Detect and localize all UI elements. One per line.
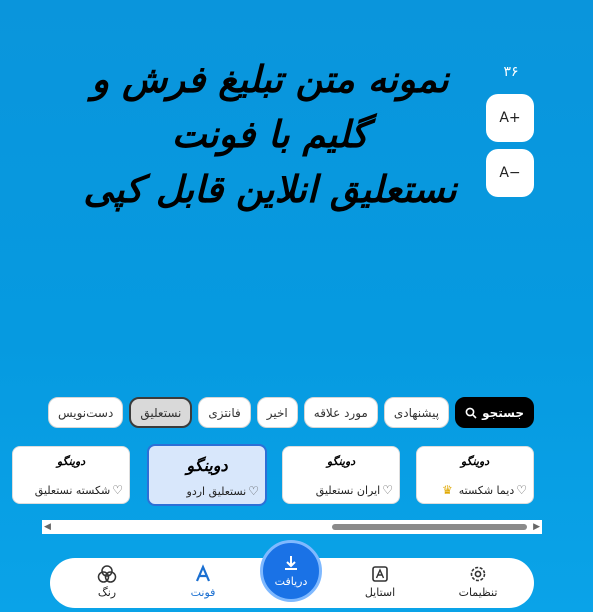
scroll-right-arrow-icon[interactable]: ▶ [533,522,540,532]
favorite-heart-icon[interactable]: ♡ [248,484,259,498]
font-name: دیما شکسته [458,483,515,497]
increase-font-size-button[interactable]: A+ [486,94,534,142]
download-label: دریافت [274,575,308,588]
font-name: شکسته نستعلیق [34,483,111,497]
favorite-heart-icon[interactable]: ♡ [382,483,393,497]
nav-settings[interactable]: تنظیمات [443,562,513,599]
filter-chip-fantasy[interactable]: فانتزی [198,397,251,428]
nav-color[interactable]: رنگ [72,562,142,599]
filter-chip-recent[interactable]: اخیر [256,397,298,428]
font-sample-glyph: دوینگو [460,455,490,468]
filter-chip-nastaliq[interactable]: نستعلیق [129,397,193,428]
favorite-heart-icon[interactable]: ♡ [112,483,123,497]
font-size-readout: ۳۶ [503,64,519,80]
font-icon [195,564,211,582]
gear-icon [470,566,486,582]
search-chip[interactable]: جستجو [455,397,534,428]
crown-icon: ♛ [441,483,453,497]
nav-color-label: رنگ [97,586,117,599]
scrollbar-thumb[interactable] [332,524,527,530]
filter-chip-suggested[interactable]: پیشنهادی [383,397,450,428]
preview-line-1: نمونه متن تبلیغ فرش و گلیم با فونت [91,57,449,156]
search-icon [465,407,477,419]
filter-chips: جستجو پیشنهادی مورد علاقه اخیر فانتزی نس… [0,397,534,429]
font-card[interactable]: دوینگو ♡ ایران نستعلیق [282,446,400,504]
horizontal-scrollbar[interactable]: ◀ ▶ [42,520,542,534]
font-card-selected[interactable]: دوینگو ♡ نستعلیق اردو [147,444,267,506]
font-card[interactable]: دوینگو ♡ دیما شکسته ♛ [416,446,534,504]
font-name: ایران نستعلیق [315,483,381,497]
download-button[interactable]: دریافت [260,540,322,602]
font-card-list: دوینگو ♡ دیما شکسته ♛ دوینگو ♡ ایران نست… [0,444,593,506]
decrease-font-size-button[interactable]: A− [486,149,534,197]
nav-style[interactable]: استایل [345,562,415,599]
scroll-left-arrow-icon[interactable]: ◀ [44,522,51,532]
palette-icon [97,565,117,583]
nav-font-label: فونت [190,586,216,599]
font-sample-glyph: دوینگو [56,455,86,468]
font-sample-glyph: دوینگو [186,456,228,475]
nav-settings-label: تنظیمات [458,586,498,599]
nav-font[interactable]: فونت [168,562,238,599]
nav-style-label: استایل [364,586,396,599]
preview-line-2: نستعلیق انلاین قابل کپی [83,167,457,211]
text-preview[interactable]: نمونه متن تبلیغ فرش و گلیم با فونت نستعل… [60,52,480,217]
style-icon [372,566,388,582]
font-sample-glyph: دوینگو [326,455,356,468]
filter-chip-favorites[interactable]: مورد علاقه [303,397,378,428]
font-name: نستعلیق اردو [186,484,247,498]
filter-chip-handwriting[interactable]: دست‌نویس [47,397,124,428]
favorite-heart-icon[interactable]: ♡ [516,483,527,497]
download-icon [285,556,297,570]
font-card[interactable]: دوینگو ♡ شکسته نستعلیق [12,446,130,504]
search-chip-label: جستجو [482,405,524,420]
